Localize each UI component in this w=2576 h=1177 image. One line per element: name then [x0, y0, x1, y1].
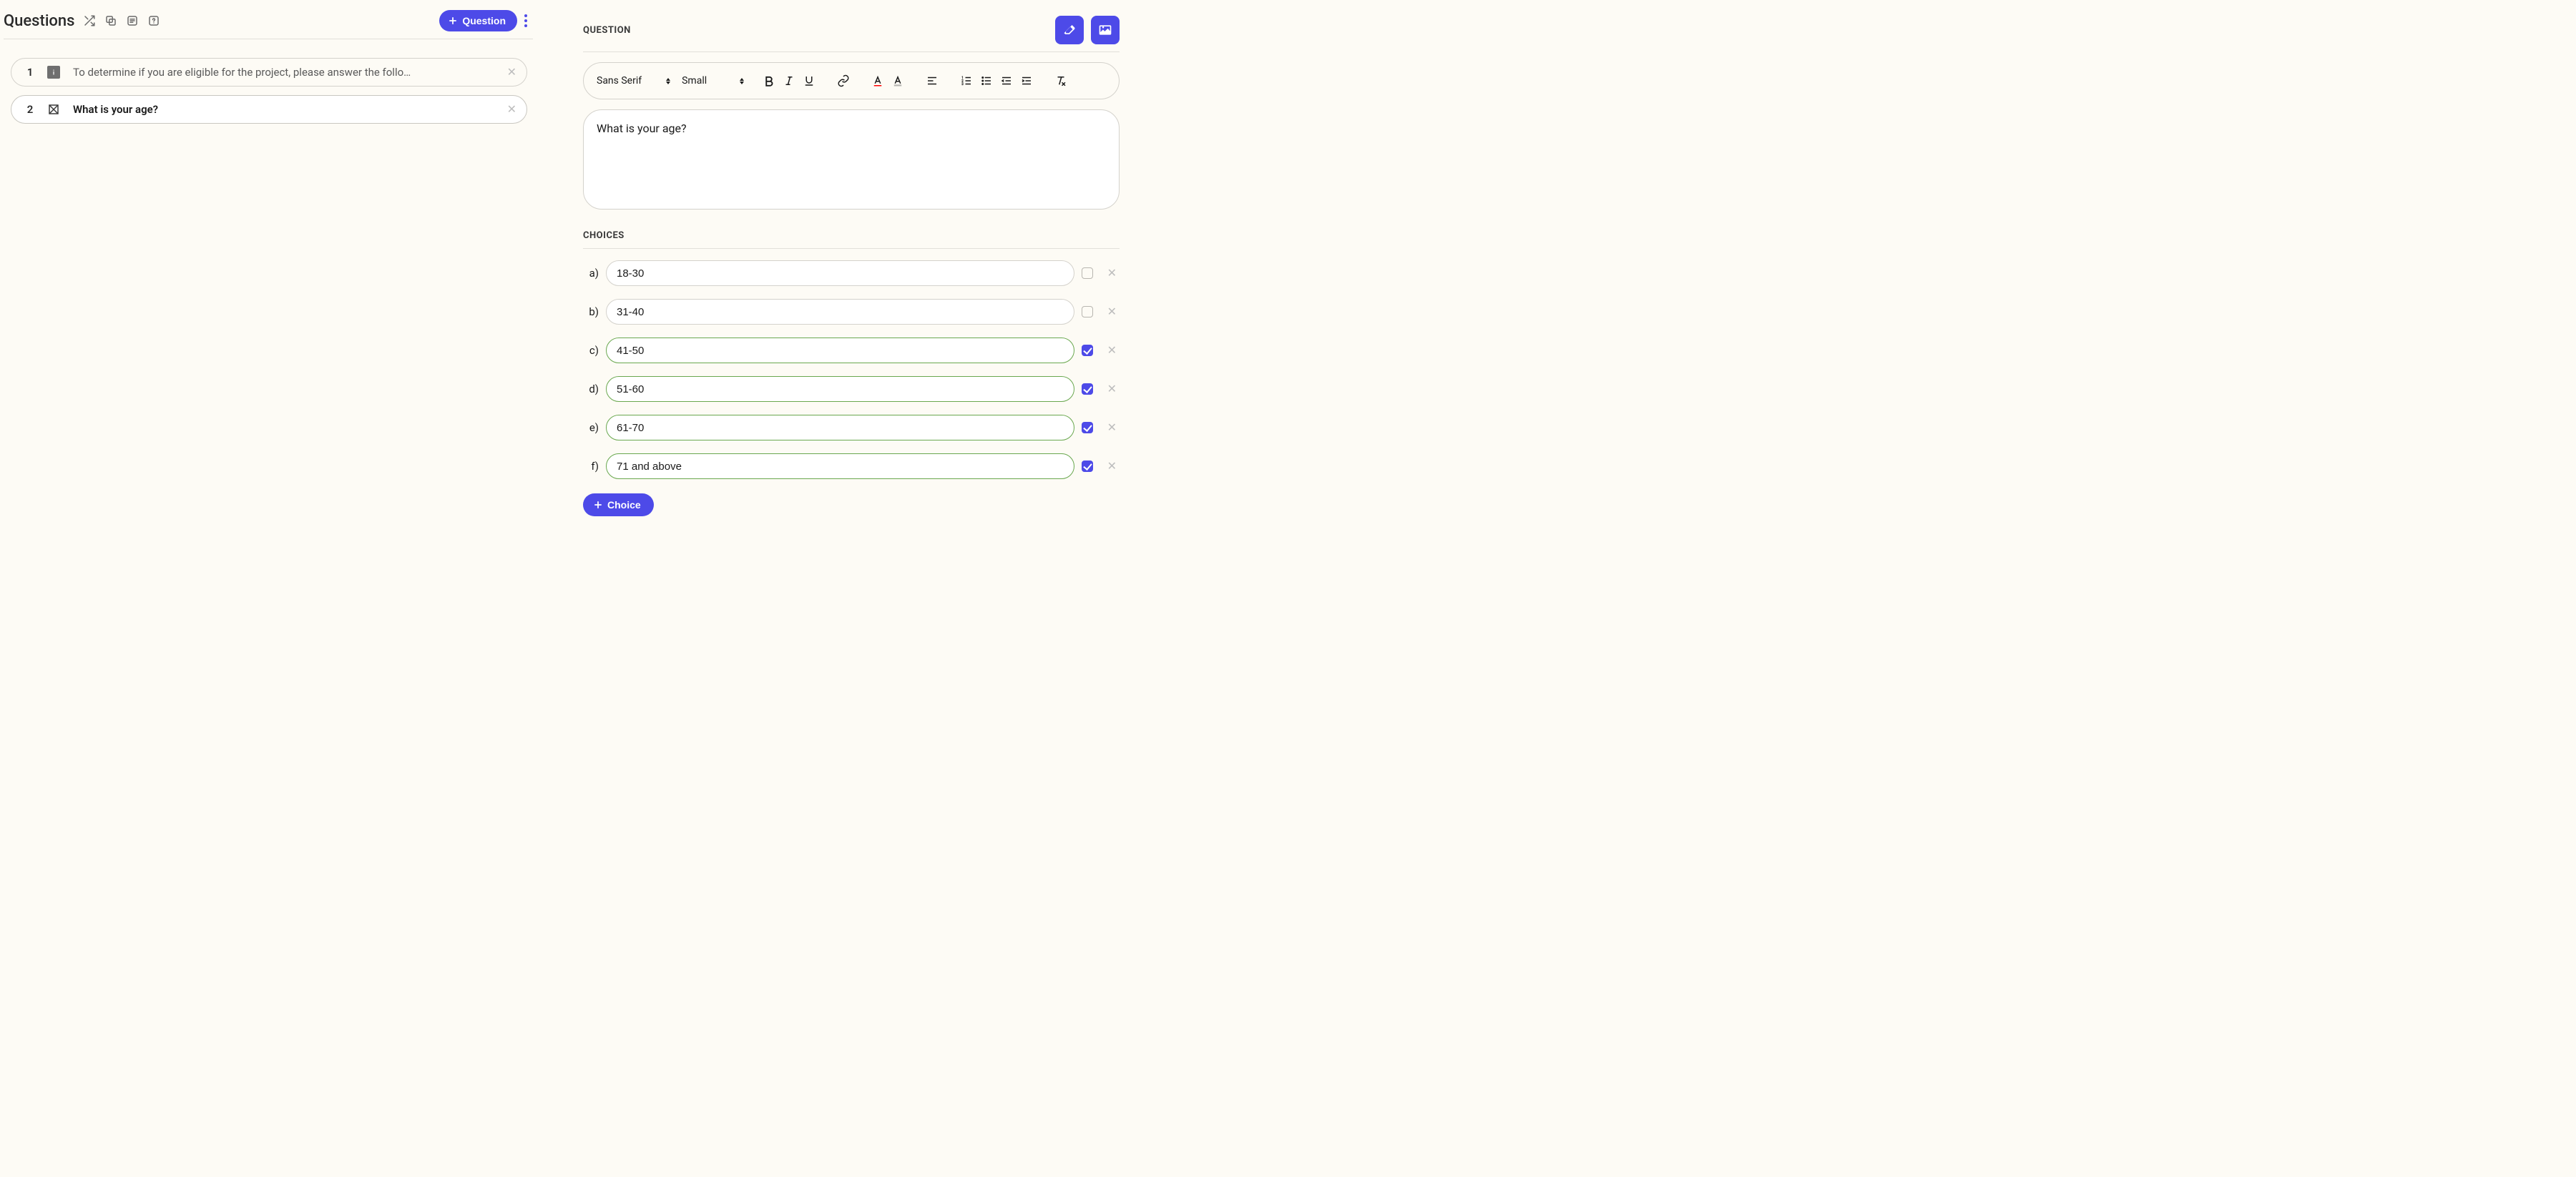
outdent-button[interactable]	[997, 72, 1016, 90]
indent-button[interactable]	[1017, 72, 1036, 90]
choice-input[interactable]	[606, 299, 1074, 325]
question-list-item[interactable]: 2 What is your age? ✕	[11, 95, 527, 124]
choice-row: a) ✕	[583, 260, 1120, 286]
choice-label: f)	[583, 460, 599, 473]
choices-section-title: CHOICES	[583, 230, 625, 241]
choice-row: b) ✕	[583, 299, 1120, 325]
question-text-editor[interactable]: What is your age?	[583, 109, 1120, 210]
question-number: 2	[26, 103, 34, 116]
questions-header: Questions Question	[4, 7, 533, 39]
unordered-list-button[interactable]	[977, 72, 996, 90]
delete-question-button[interactable]: ✕	[507, 67, 516, 78]
info-icon	[47, 66, 60, 79]
delete-question-button[interactable]: ✕	[507, 104, 516, 115]
bold-button[interactable]	[760, 72, 778, 90]
choice-input[interactable]	[606, 260, 1074, 286]
underline-button[interactable]	[800, 72, 818, 90]
question-section-title: QUESTION	[583, 25, 631, 36]
correct-checkbox[interactable]	[1082, 461, 1093, 472]
list-icon[interactable]	[126, 14, 139, 27]
choice-row: f) ✕	[583, 453, 1120, 479]
question-preview-text: To determine if you are eligible for the…	[73, 66, 494, 79]
font-family-select[interactable]: Sans Serif	[597, 75, 670, 87]
more-options-button[interactable]	[521, 11, 530, 30]
choice-label: a)	[583, 267, 599, 280]
font-family-value: Sans Serif	[597, 75, 642, 87]
delete-choice-button[interactable]: ✕	[1105, 458, 1120, 475]
choice-row: c) ✕	[583, 338, 1120, 363]
multiple-choice-icon	[47, 103, 60, 116]
add-choice-label: Choice	[607, 499, 641, 511]
question-list: 1 To determine if you are eligible for th…	[4, 58, 533, 124]
copy-icon[interactable]	[104, 14, 117, 27]
question-preview-text: What is your age?	[73, 103, 494, 116]
question-number: 1	[26, 66, 34, 79]
choice-label: d)	[583, 383, 599, 395]
delete-choice-button[interactable]: ✕	[1105, 342, 1120, 359]
choice-input[interactable]	[606, 376, 1074, 402]
delete-choice-button[interactable]: ✕	[1105, 380, 1120, 398]
choice-row: e) ✕	[583, 415, 1120, 440]
shuffle-icon[interactable]	[83, 14, 96, 27]
page-title: Questions	[4, 12, 74, 30]
link-button[interactable]	[834, 72, 853, 90]
delete-choice-button[interactable]: ✕	[1105, 265, 1120, 282]
choice-input[interactable]	[606, 415, 1074, 440]
svg-text:3: 3	[961, 82, 964, 87]
choice-label: b)	[583, 305, 599, 318]
eraser-button[interactable]	[1055, 16, 1084, 44]
add-question-button[interactable]: Question	[439, 10, 517, 31]
correct-checkbox[interactable]	[1082, 306, 1093, 317]
correct-checkbox[interactable]	[1082, 345, 1093, 356]
question-list-item[interactable]: 1 To determine if you are eligible for th…	[11, 58, 527, 87]
question-text-content: What is your age?	[597, 122, 687, 135]
clear-format-button[interactable]	[1052, 72, 1070, 90]
choice-row: d) ✕	[583, 376, 1120, 402]
choice-label: c)	[583, 344, 599, 357]
align-button[interactable]	[923, 72, 941, 90]
font-size-value: Small	[682, 75, 707, 87]
correct-checkbox[interactable]	[1082, 422, 1093, 433]
add-question-label: Question	[462, 15, 506, 26]
font-size-select[interactable]: Small	[682, 75, 744, 87]
choice-label: e)	[583, 421, 599, 434]
ordered-list-button[interactable]: 123	[957, 72, 976, 90]
correct-checkbox[interactable]	[1082, 383, 1093, 395]
highlight-button[interactable]	[888, 72, 907, 90]
text-color-button[interactable]	[868, 72, 887, 90]
delete-choice-button[interactable]: ✕	[1105, 419, 1120, 436]
rich-text-toolbar: Sans Serif Small	[583, 62, 1120, 99]
add-choice-button[interactable]: Choice	[583, 493, 654, 516]
image-button[interactable]	[1091, 16, 1120, 44]
delete-choice-button[interactable]: ✕	[1105, 303, 1120, 320]
choices-list: a) ✕ b) ✕ c) ✕ d) ✕ e) ✕ f) ✕	[583, 260, 1120, 479]
correct-checkbox[interactable]	[1082, 267, 1093, 279]
help-icon[interactable]	[147, 14, 160, 27]
choice-input[interactable]	[606, 338, 1074, 363]
choice-input[interactable]	[606, 453, 1074, 479]
italic-button[interactable]	[780, 72, 798, 90]
